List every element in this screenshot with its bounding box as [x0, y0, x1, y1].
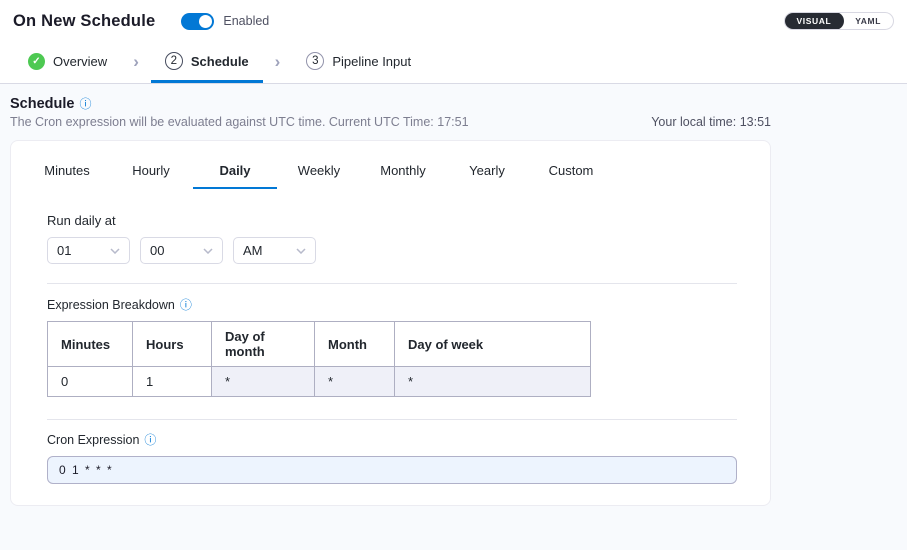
col-minutes: Minutes [48, 322, 133, 367]
check-circle-icon: ✓ [28, 53, 45, 70]
step-pipeline-input[interactable]: 3 Pipeline Input [292, 42, 425, 83]
info-icon[interactable]: ⓘ [79, 98, 91, 110]
expression-breakdown-label: Expression Breakdown [47, 298, 175, 312]
chevron-down-icon [296, 248, 306, 254]
chevron-right-icon: › [133, 42, 139, 83]
step-2-circle: 2 [165, 52, 183, 70]
toggle-knob [199, 15, 212, 28]
schedule-card: Minutes Hourly Daily Weekly Monthly Year… [10, 140, 771, 506]
time-selects: 01 00 AM [47, 237, 737, 264]
wizard-stepper: ✓ Overview › 2 Schedule › 3 Pipeline Inp… [0, 42, 907, 84]
step-overview-label: Overview [53, 54, 107, 69]
page-header: On New Schedule Enabled VISUAL YAML [0, 0, 907, 42]
hour-value: 01 [57, 243, 71, 258]
col-day-of-week: Day of week [395, 322, 591, 367]
chevron-down-icon [203, 248, 213, 254]
enabled-toggle-label: Enabled [223, 14, 269, 28]
utc-note: The Cron expression will be evaluated ag… [10, 115, 469, 129]
step-schedule[interactable]: 2 Schedule [151, 42, 263, 83]
hour-select[interactable]: 01 [47, 237, 130, 264]
step-overview[interactable]: ✓ Overview [14, 42, 121, 83]
minute-value: 00 [150, 243, 164, 258]
meridiem-value: AM [243, 243, 263, 258]
col-hours: Hours [133, 322, 212, 367]
tab-daily[interactable]: Daily [193, 155, 277, 189]
tab-custom[interactable]: Custom [529, 155, 613, 189]
expression-breakdown-table: Minutes Hours Day of month Month Day of … [47, 321, 591, 397]
chevron-down-icon [110, 248, 120, 254]
tab-hourly[interactable]: Hourly [109, 155, 193, 189]
step-schedule-label: Schedule [191, 54, 249, 69]
tab-monthly[interactable]: Monthly [361, 155, 445, 189]
visual-mode-button[interactable]: VISUAL [784, 12, 845, 30]
table-value-row: 0 1 * * * [48, 367, 591, 397]
run-daily-label: Run daily at [47, 213, 737, 228]
yaml-mode-button[interactable]: YAML [843, 13, 893, 29]
cron-expression-label: Cron Expression [47, 433, 139, 447]
divider [47, 419, 737, 420]
page-title: On New Schedule [13, 12, 155, 31]
col-day-of-month: Day of month [212, 322, 315, 367]
divider [47, 283, 737, 284]
meridiem-select[interactable]: AM [233, 237, 316, 264]
day-of-week-value: * [395, 367, 591, 397]
info-icon[interactable]: ⓘ [144, 434, 156, 446]
local-time: Your local time: 13:51 [651, 115, 771, 129]
hours-value: 1 [133, 367, 212, 397]
minutes-value: 0 [48, 367, 133, 397]
minute-select[interactable]: 00 [140, 237, 223, 264]
chevron-right-icon: › [275, 42, 281, 83]
view-mode-switch: VISUAL YAML [784, 12, 894, 30]
step-pipeline-input-label: Pipeline Input [332, 54, 411, 69]
col-month: Month [315, 322, 395, 367]
table-header-row: Minutes Hours Day of month Month Day of … [48, 322, 591, 367]
day-of-month-value: * [212, 367, 315, 397]
tab-yearly[interactable]: Yearly [445, 155, 529, 189]
tab-weekly[interactable]: Weekly [277, 155, 361, 189]
enabled-toggle[interactable] [181, 13, 214, 30]
month-value: * [315, 367, 395, 397]
step-3-circle: 3 [306, 52, 324, 70]
trigger-wizard: On New Schedule Enabled VISUAL YAML ✓ Ov… [0, 0, 907, 550]
content-area: Schedule ⓘ The Cron expression will be e… [0, 84, 907, 550]
schedule-type-tabs: Minutes Hourly Daily Weekly Monthly Year… [25, 155, 737, 189]
info-icon[interactable]: ⓘ [180, 299, 192, 311]
schedule-heading: Schedule [10, 96, 74, 112]
cron-expression-input[interactable]: 0 1 * * * [47, 456, 737, 484]
tab-minutes[interactable]: Minutes [25, 155, 109, 189]
